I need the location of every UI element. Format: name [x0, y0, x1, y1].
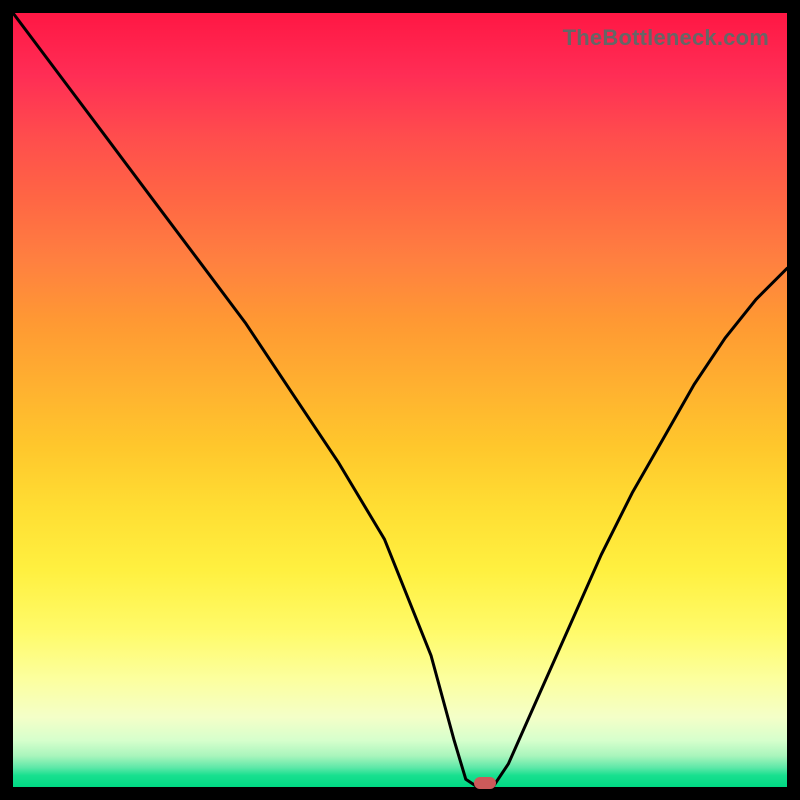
bottleneck-curve — [13, 13, 787, 787]
chart-container: TheBottleneck.com — [0, 0, 800, 800]
curve-path — [13, 13, 787, 787]
plot-area: TheBottleneck.com — [13, 13, 787, 787]
optimal-marker — [474, 777, 496, 789]
